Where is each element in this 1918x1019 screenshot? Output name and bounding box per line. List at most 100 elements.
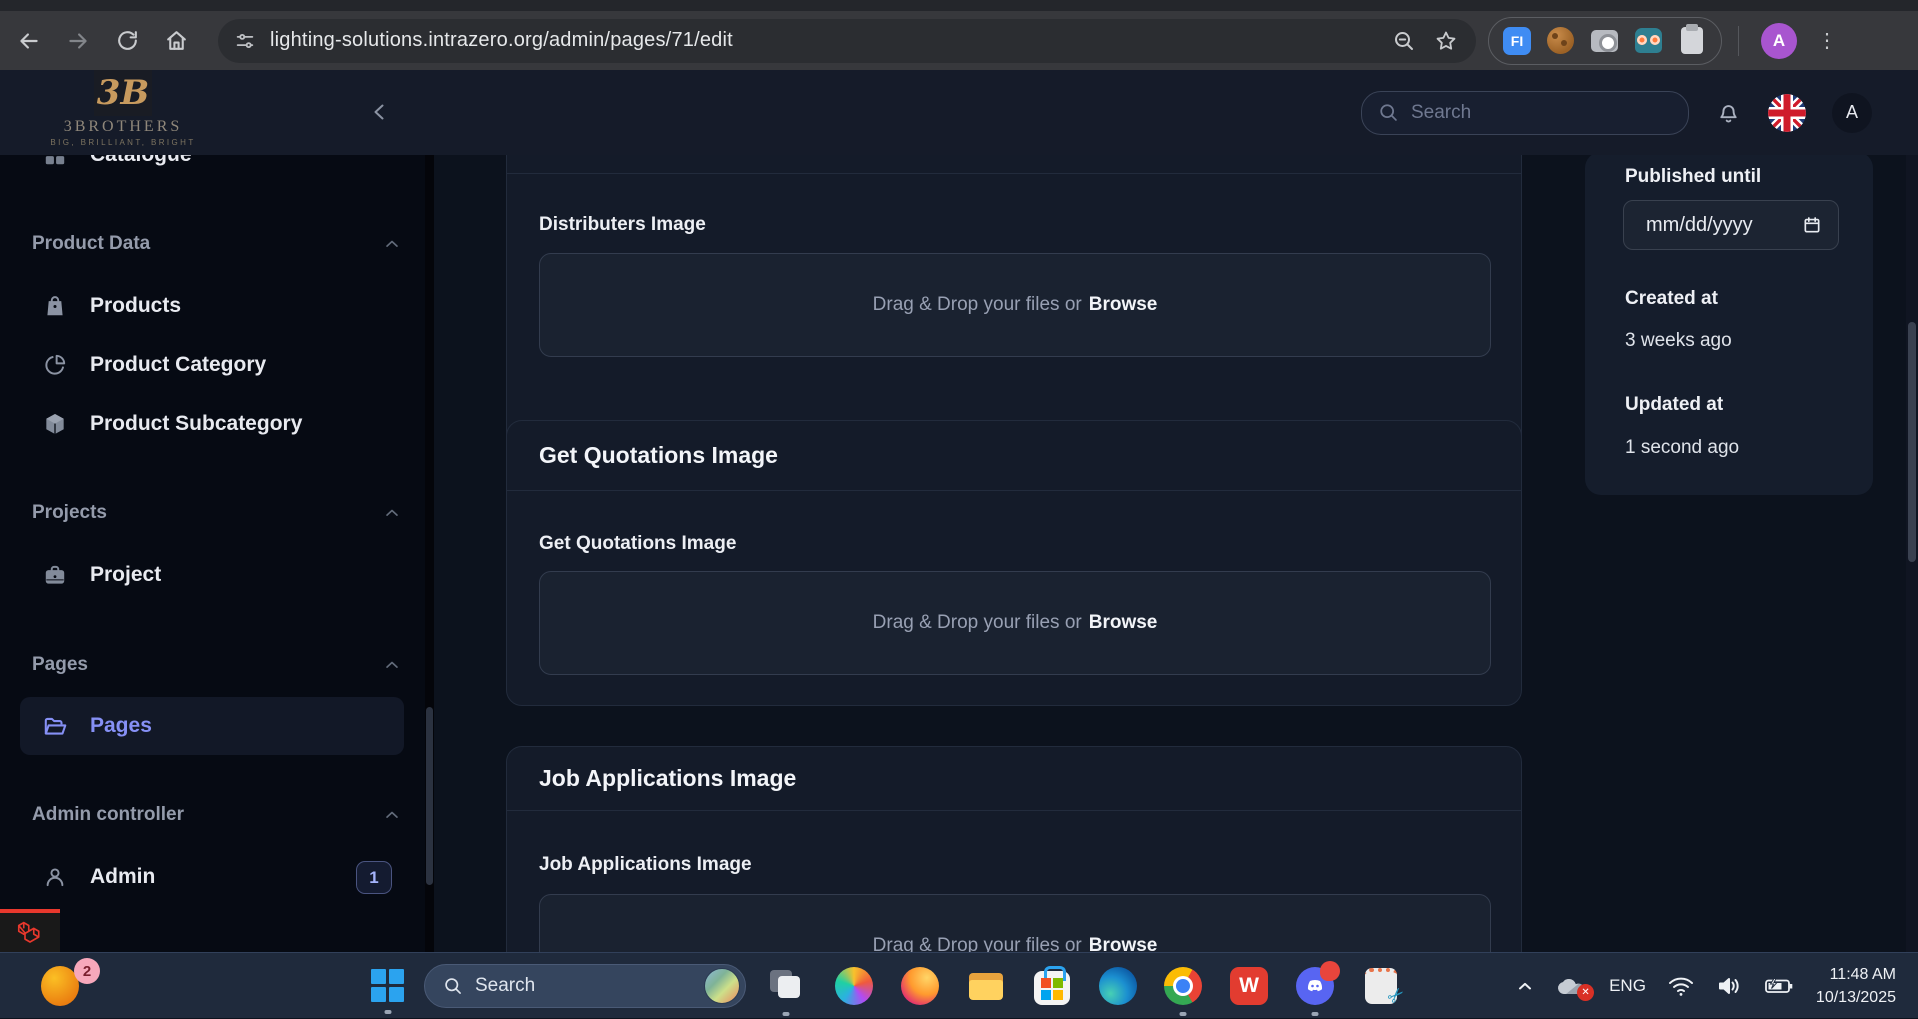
url-text[interactable]: lighting-solutions.intrazero.org/admin/p… <box>270 29 1392 52</box>
sidebar-item-project[interactable]: Project <box>0 551 425 599</box>
tray-chevron-up-icon[interactable] <box>1515 976 1535 996</box>
sidebar-item-product-category[interactable]: Product Category <box>0 341 425 389</box>
sidebar-scrollbar <box>425 155 434 952</box>
field-label: Distributers Image <box>539 214 706 236</box>
file-dropzone[interactable]: Drag & Drop your files or Browse <box>539 253 1491 357</box>
tray-date: 10/13/2025 <box>1816 986 1896 1009</box>
browser-toolbar: lighting-solutions.intrazero.org/admin/p… <box>0 0 1918 70</box>
meta-panel: Published until mm/dd/yyyy Created at 3 … <box>1585 155 1873 495</box>
file-explorer-button[interactable] <box>967 967 1005 1005</box>
toolbar-divider <box>1738 26 1739 56</box>
camera-icon[interactable] <box>1589 26 1619 56</box>
robot-icon[interactable] <box>1633 26 1663 56</box>
start-button[interactable] <box>371 969 405 1003</box>
reload-icon[interactable] <box>107 21 147 61</box>
app-header: 3B 3BROTHERS BIG, BRILLIANT, BRIGHT A <box>0 70 1918 155</box>
sidebar-item-admin[interactable]: Admin 1 <box>0 853 425 901</box>
copilot-icon <box>835 967 873 1005</box>
clipboard-icon[interactable] <box>1677 26 1707 56</box>
admin-count-badge: 1 <box>356 861 392 894</box>
wifi-icon[interactable] <box>1668 975 1694 997</box>
task-view-button[interactable] <box>767 967 805 1005</box>
sidebar-item-catalogue[interactable]: Catalogue <box>0 155 425 179</box>
card-get-quotations: Get Quotations Image Get Quotations Imag… <box>506 420 1522 706</box>
taskbar-search[interactable]: Search <box>424 964 746 1008</box>
date-value: mm/dd/yyyy <box>1646 214 1753 237</box>
file-dropzone[interactable]: Drag & Drop your files or Browse <box>539 571 1491 675</box>
file-dropzone[interactable]: Drag & Drop your files or Browse <box>539 894 1491 952</box>
bing-daily-image[interactable] <box>704 968 740 1004</box>
sidebar-item-label: Product Category <box>90 353 266 377</box>
card-title: Get Quotations Image <box>507 421 1521 491</box>
sidebar-section-admin-controller[interactable]: Admin controller <box>32 804 402 826</box>
wps-office-button[interactable]: W <box>1230 967 1268 1005</box>
microsoft-store-button[interactable] <box>1034 969 1070 1003</box>
sidebar-section-projects[interactable]: Projects <box>32 502 402 524</box>
bookmark-star-icon[interactable] <box>1434 29 1458 53</box>
chrome-button[interactable] <box>1164 967 1202 1005</box>
edge-icon <box>1099 967 1137 1005</box>
sidebar-item-products[interactable]: Products <box>0 282 425 330</box>
sidebar-item-label: Products <box>90 294 181 318</box>
page-scrollbar-thumb[interactable] <box>1908 322 1916 562</box>
sidebar-scrollbar-thumb[interactable] <box>426 707 433 885</box>
sidebar-section-pages[interactable]: Pages <box>32 654 402 676</box>
brand-logo: 3B 3BROTHERS BIG, BRILLIANT, BRIGHT <box>48 70 198 155</box>
sidebar-item-pages[interactable]: Pages <box>20 697 404 755</box>
home-icon[interactable] <box>156 21 196 61</box>
section-label: Pages <box>32 654 88 676</box>
sidebar-item-product-subcategory[interactable]: Product Subcategory <box>0 400 425 448</box>
address-bar[interactable]: lighting-solutions.intrazero.org/admin/p… <box>218 19 1476 63</box>
fake-filler-icon[interactable]: FI <box>1503 27 1531 55</box>
laravel-debugbar[interactable] <box>0 909 60 952</box>
sidebar-section-product-data[interactable]: Product Data <box>32 233 402 255</box>
sidebar-item-label: Catalogue <box>90 155 192 167</box>
file-explorer-icon <box>967 967 1005 1005</box>
browse-button[interactable]: Browse <box>1089 935 1158 952</box>
forward-icon[interactable] <box>58 21 98 61</box>
edge-button[interactable] <box>1099 967 1137 1005</box>
sidebar-collapse-icon[interactable] <box>368 100 392 124</box>
cookie-editor-icon[interactable] <box>1545 26 1575 56</box>
firefox-button[interactable] <box>901 967 939 1005</box>
dropzone-text: Drag & Drop your files or <box>873 935 1082 952</box>
calendar-icon[interactable] <box>1802 215 1822 235</box>
task-view-icon <box>767 967 805 1005</box>
field-label: Job Applications Image <box>539 854 752 876</box>
published-until-date-input[interactable]: mm/dd/yyyy <box>1623 200 1839 250</box>
onedrive-error-icon[interactable] <box>1557 975 1587 997</box>
copilot-button[interactable] <box>835 967 873 1005</box>
microsoft-store-icon <box>1034 971 1070 1005</box>
folder-open-icon <box>42 713 68 740</box>
brand-tagline: BIG, BRILLIANT, BRIGHT <box>50 138 195 147</box>
extensions-bar: FI <box>1488 17 1722 65</box>
discord-button[interactable] <box>1296 967 1334 1005</box>
admin-search-input[interactable] <box>1411 102 1672 124</box>
wps-office-icon: W <box>1230 967 1268 1005</box>
search-icon <box>443 976 463 996</box>
browse-button[interactable]: Browse <box>1089 612 1158 634</box>
created-at-label: Created at <box>1625 288 1718 310</box>
language-flag-uk[interactable] <box>1768 94 1806 132</box>
volume-icon[interactable] <box>1716 975 1742 997</box>
browser-menu-icon[interactable]: ⋮ <box>1815 28 1839 53</box>
brand-monogram: 3B <box>94 70 152 116</box>
windows-taskbar: Search W ENG 11:48 AM 10/13/2025 <box>0 952 1918 1018</box>
dropzone-text: Drag & Drop your files or <box>873 612 1082 634</box>
updated-at-label: Updated at <box>1625 394 1723 416</box>
back-icon[interactable] <box>9 21 49 61</box>
admin-search[interactable] <box>1361 91 1689 135</box>
battery-icon[interactable] <box>1764 976 1794 996</box>
tray-clock[interactable]: 11:48 AM 10/13/2025 <box>1816 963 1896 1009</box>
browser-profile-avatar[interactable]: A <box>1761 23 1797 59</box>
zoom-out-icon[interactable] <box>1392 29 1416 53</box>
user-avatar[interactable]: A <box>1832 93 1872 133</box>
site-info-icon[interactable] <box>234 30 256 52</box>
tray-language[interactable]: ENG <box>1609 976 1646 996</box>
snipping-tool-button[interactable] <box>1365 968 1397 1004</box>
browse-button[interactable]: Browse <box>1089 294 1158 316</box>
created-at-value: 3 weeks ago <box>1625 330 1732 352</box>
notifications-bell-icon[interactable] <box>1715 99 1742 126</box>
section-label: Product Data <box>32 233 150 255</box>
notification-count-badge: 2 <box>74 958 100 984</box>
